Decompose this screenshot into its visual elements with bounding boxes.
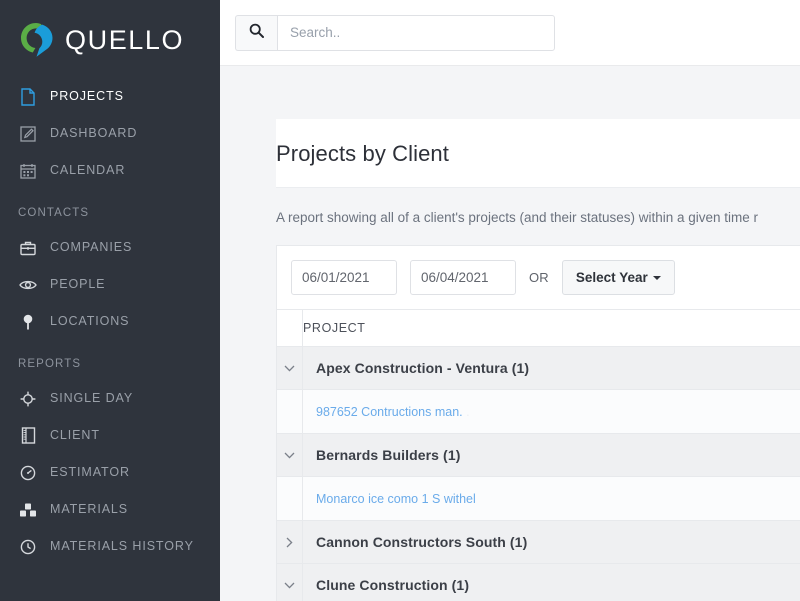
sidebar-item-client[interactable]: CLIENT xyxy=(0,417,220,454)
group-toggle-cell[interactable] xyxy=(276,433,303,477)
gauge-icon xyxy=(18,463,38,483)
table-header-row: PROJECT xyxy=(276,309,800,347)
table-row[interactable]: Cannon Constructors South (1) xyxy=(276,520,800,564)
sidebar-item-estimator[interactable]: ESTIMATOR xyxy=(0,454,220,491)
select-year-label: Select Year xyxy=(575,270,648,285)
sidebar-item-label: SINGLE DAY xyxy=(50,391,134,406)
group-toggle-cell[interactable] xyxy=(276,520,303,564)
table-body: Apex Construction - Ventura (1) 987652 C… xyxy=(276,346,800,601)
report-description: A report showing all of a client's proje… xyxy=(276,188,800,245)
project-toggle-cell xyxy=(276,389,303,434)
chevron-down-icon[interactable] xyxy=(277,347,302,389)
sidebar-item-label: MATERIALS xyxy=(50,502,129,517)
sidebar-item-label: PROJECTS xyxy=(50,89,124,104)
sidebar-item-label: CALENDAR xyxy=(50,163,126,178)
report-card: Projects by Client A report showing all … xyxy=(276,119,800,601)
date-from-input[interactable] xyxy=(291,260,397,295)
table-row[interactable]: Bernards Builders (1) xyxy=(276,433,800,477)
search-input[interactable] xyxy=(277,14,555,51)
chevron-down-icon[interactable] xyxy=(277,564,302,601)
group-toggle-cell[interactable] xyxy=(276,563,303,601)
sidebar: QUELLO PROJECTS DASHBOARD CALENDAR CONTA… xyxy=(0,0,220,601)
table-row[interactable]: 987652 Contructions man. . xyxy=(276,389,800,434)
main-area: Projects by Client A report showing all … xyxy=(220,0,800,601)
sidebar-item-single-day[interactable]: SINGLE DAY xyxy=(0,380,220,417)
table-row[interactable]: Clune Construction (1) xyxy=(276,563,800,601)
date-to-input[interactable] xyxy=(410,260,516,295)
cubes-icon xyxy=(18,500,38,520)
group-toggle-cell[interactable] xyxy=(276,346,303,390)
table-header: PROJECT xyxy=(276,309,800,347)
eye-icon xyxy=(18,275,38,295)
group-name: Apex Construction - Ventura (1) xyxy=(302,346,800,390)
sidebar-item-label: LOCATIONS xyxy=(50,314,130,329)
brand-name: QUELLO xyxy=(65,24,185,55)
sidebar-section-reports: REPORTS xyxy=(18,358,82,370)
search-icon xyxy=(249,23,264,43)
sidebar-item-label: COMPANIES xyxy=(50,240,133,255)
table-row[interactable]: Apex Construction - Ventura (1) xyxy=(276,346,800,390)
sidebar-item-label: MATERIALS HISTORY xyxy=(50,539,194,554)
chevron-down-icon xyxy=(652,275,661,280)
report-filters: OR Select Year xyxy=(276,245,800,309)
edit-square-icon xyxy=(18,124,38,144)
brand-logo[interactable]: QUELLO xyxy=(0,0,220,62)
sidebar-group-main: PROJECTS DASHBOARD CALENDAR xyxy=(0,78,220,189)
sidebar-group-reports: SINGLE DAY CLIENT ESTIMATOR MATERIALS MA… xyxy=(0,380,220,565)
map-pin-icon xyxy=(18,312,38,332)
chevron-right-icon[interactable] xyxy=(277,521,302,563)
calendar-icon xyxy=(18,161,38,181)
column-header-toggle xyxy=(276,309,303,347)
group-name: Bernards Builders (1) xyxy=(302,433,800,477)
sidebar-item-companies[interactable]: COMPANIES xyxy=(0,229,220,266)
quello-logo-icon xyxy=(14,18,58,62)
topbar xyxy=(220,0,800,66)
app-root: QUELLO PROJECTS DASHBOARD CALENDAR CONTA… xyxy=(0,0,800,601)
notebook-icon xyxy=(18,426,38,446)
sidebar-item-people[interactable]: PEOPLE xyxy=(0,266,220,303)
sidebar-item-label: DASHBOARD xyxy=(50,126,138,141)
sidebar-item-calendar[interactable]: CALENDAR xyxy=(0,152,220,189)
search-bar xyxy=(235,14,555,51)
projects-table: PROJECT Apex Construction - Ventura (1) xyxy=(276,309,800,601)
project-link-label: 987652 Contructions man. xyxy=(316,404,463,419)
sidebar-item-label: CLIENT xyxy=(50,428,100,443)
sidebar-item-materials-history[interactable]: MATERIALS HISTORY xyxy=(0,528,220,565)
project-faint-trailing: . xyxy=(466,404,470,419)
project-link-label: Monarco ice como 1 S withel xyxy=(316,491,476,506)
crosshair-icon xyxy=(18,389,38,409)
column-header-project: PROJECT xyxy=(302,309,800,347)
or-label: OR xyxy=(529,270,549,285)
document-icon xyxy=(18,87,38,107)
content-area: Projects by Client A report showing all … xyxy=(220,119,800,601)
sidebar-item-materials[interactable]: MATERIALS xyxy=(0,491,220,528)
project-link[interactable]: Monarco ice como 1 S withel xyxy=(302,476,800,521)
sidebar-group-contacts: COMPANIES PEOPLE LOCATIONS xyxy=(0,229,220,340)
sidebar-item-locations[interactable]: LOCATIONS xyxy=(0,303,220,340)
clock-icon xyxy=(18,537,38,557)
project-link[interactable]: 987652 Contructions man. . xyxy=(302,389,800,434)
sidebar-item-projects[interactable]: PROJECTS xyxy=(0,78,220,115)
project-toggle-cell xyxy=(276,476,303,521)
table-row[interactable]: Monarco ice como 1 S withel xyxy=(276,476,800,521)
page-title: Projects by Client xyxy=(276,119,800,188)
chevron-down-icon[interactable] xyxy=(277,434,302,476)
group-name: Cannon Constructors South (1) xyxy=(302,520,800,564)
sidebar-section-contacts: CONTACTS xyxy=(18,207,90,219)
sidebar-item-label: ESTIMATOR xyxy=(50,465,130,480)
group-name: Clune Construction (1) xyxy=(302,563,800,601)
sidebar-item-dashboard[interactable]: DASHBOARD xyxy=(0,115,220,152)
search-button[interactable] xyxy=(235,14,277,51)
briefcase-icon xyxy=(18,238,38,258)
select-year-dropdown[interactable]: Select Year xyxy=(561,260,675,295)
sidebar-item-label: PEOPLE xyxy=(50,277,106,292)
